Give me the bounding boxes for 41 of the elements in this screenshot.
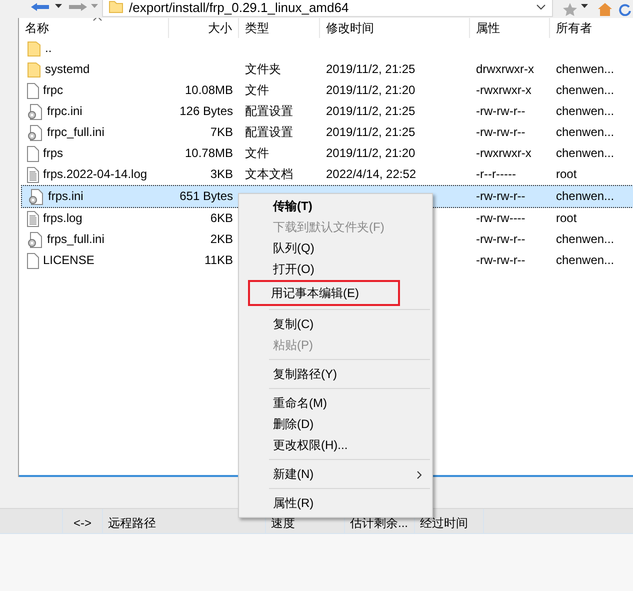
table-cell-text: chenwen...	[556, 231, 614, 248]
table-cell-text: 2019/11/2, 21:25	[326, 103, 416, 120]
table-cell-text: chenwen...	[556, 61, 614, 78]
table-cell-text: -rw-rw-r--	[476, 188, 526, 205]
table-cell-text: -rwxrwxr-x	[476, 82, 532, 99]
table-cell-text: 2019/11/2, 21:25	[326, 124, 416, 141]
table-cell-text: 文件夹	[245, 61, 281, 78]
table-cell-text: 文本文档	[245, 166, 293, 183]
table-cell-text: 文件	[245, 82, 269, 99]
table-cell-text: 文件	[245, 145, 269, 162]
table-cell-text: 6KB	[210, 210, 233, 227]
table-cell-text: root	[556, 210, 577, 227]
table-cell-text: 2019/11/2, 21:25	[326, 61, 416, 78]
table-cell-text: 126 Bytes	[180, 103, 233, 120]
table-cell-text: 2019/11/2, 21:20	[326, 145, 416, 162]
table-cell-text: 3KB	[210, 166, 233, 183]
table-cell-text: -rwxrwxr-x	[476, 145, 532, 162]
table-cell-text: chenwen...	[556, 82, 614, 99]
table-cell-text: chenwen...	[556, 252, 614, 269]
table-cell-text: chenwen...	[556, 145, 614, 162]
table-cell-text: 2KB	[210, 231, 233, 248]
table-cell-text: 2022/4/14, 22:52	[326, 166, 416, 183]
table-cell-text: -rw-rw----	[476, 210, 526, 227]
table-cell-text: chenwen...	[556, 124, 614, 141]
table-cell-text: 2019/11/2, 21:20	[326, 82, 416, 99]
table-cell-text: -rw-rw-r--	[476, 124, 526, 141]
table-cell-text: 651 Bytes	[180, 188, 233, 205]
table-cell-text: -rw-rw-r--	[476, 252, 526, 269]
table-cell-text: -rw-rw-r--	[476, 231, 526, 248]
table-cell-text: 10.78MB	[184, 145, 233, 162]
table-cell-text: 7KB	[210, 124, 233, 141]
table-cell-text: drwxrwxr-x	[476, 61, 534, 78]
table-cell-text: 11KB	[204, 252, 233, 269]
table-cell-text: -r--r-----	[476, 166, 516, 183]
table-cell-text: chenwen...	[556, 188, 614, 205]
table-cell-text: 配置设置	[245, 103, 293, 120]
table-cell-text: chenwen...	[556, 103, 614, 120]
table-cell-text: -rw-rw-r--	[476, 103, 526, 120]
table-cell-text: root	[556, 166, 577, 183]
table-cell-text: 10.08MB	[184, 82, 233, 99]
table-cell-text: 配置设置	[245, 124, 293, 141]
